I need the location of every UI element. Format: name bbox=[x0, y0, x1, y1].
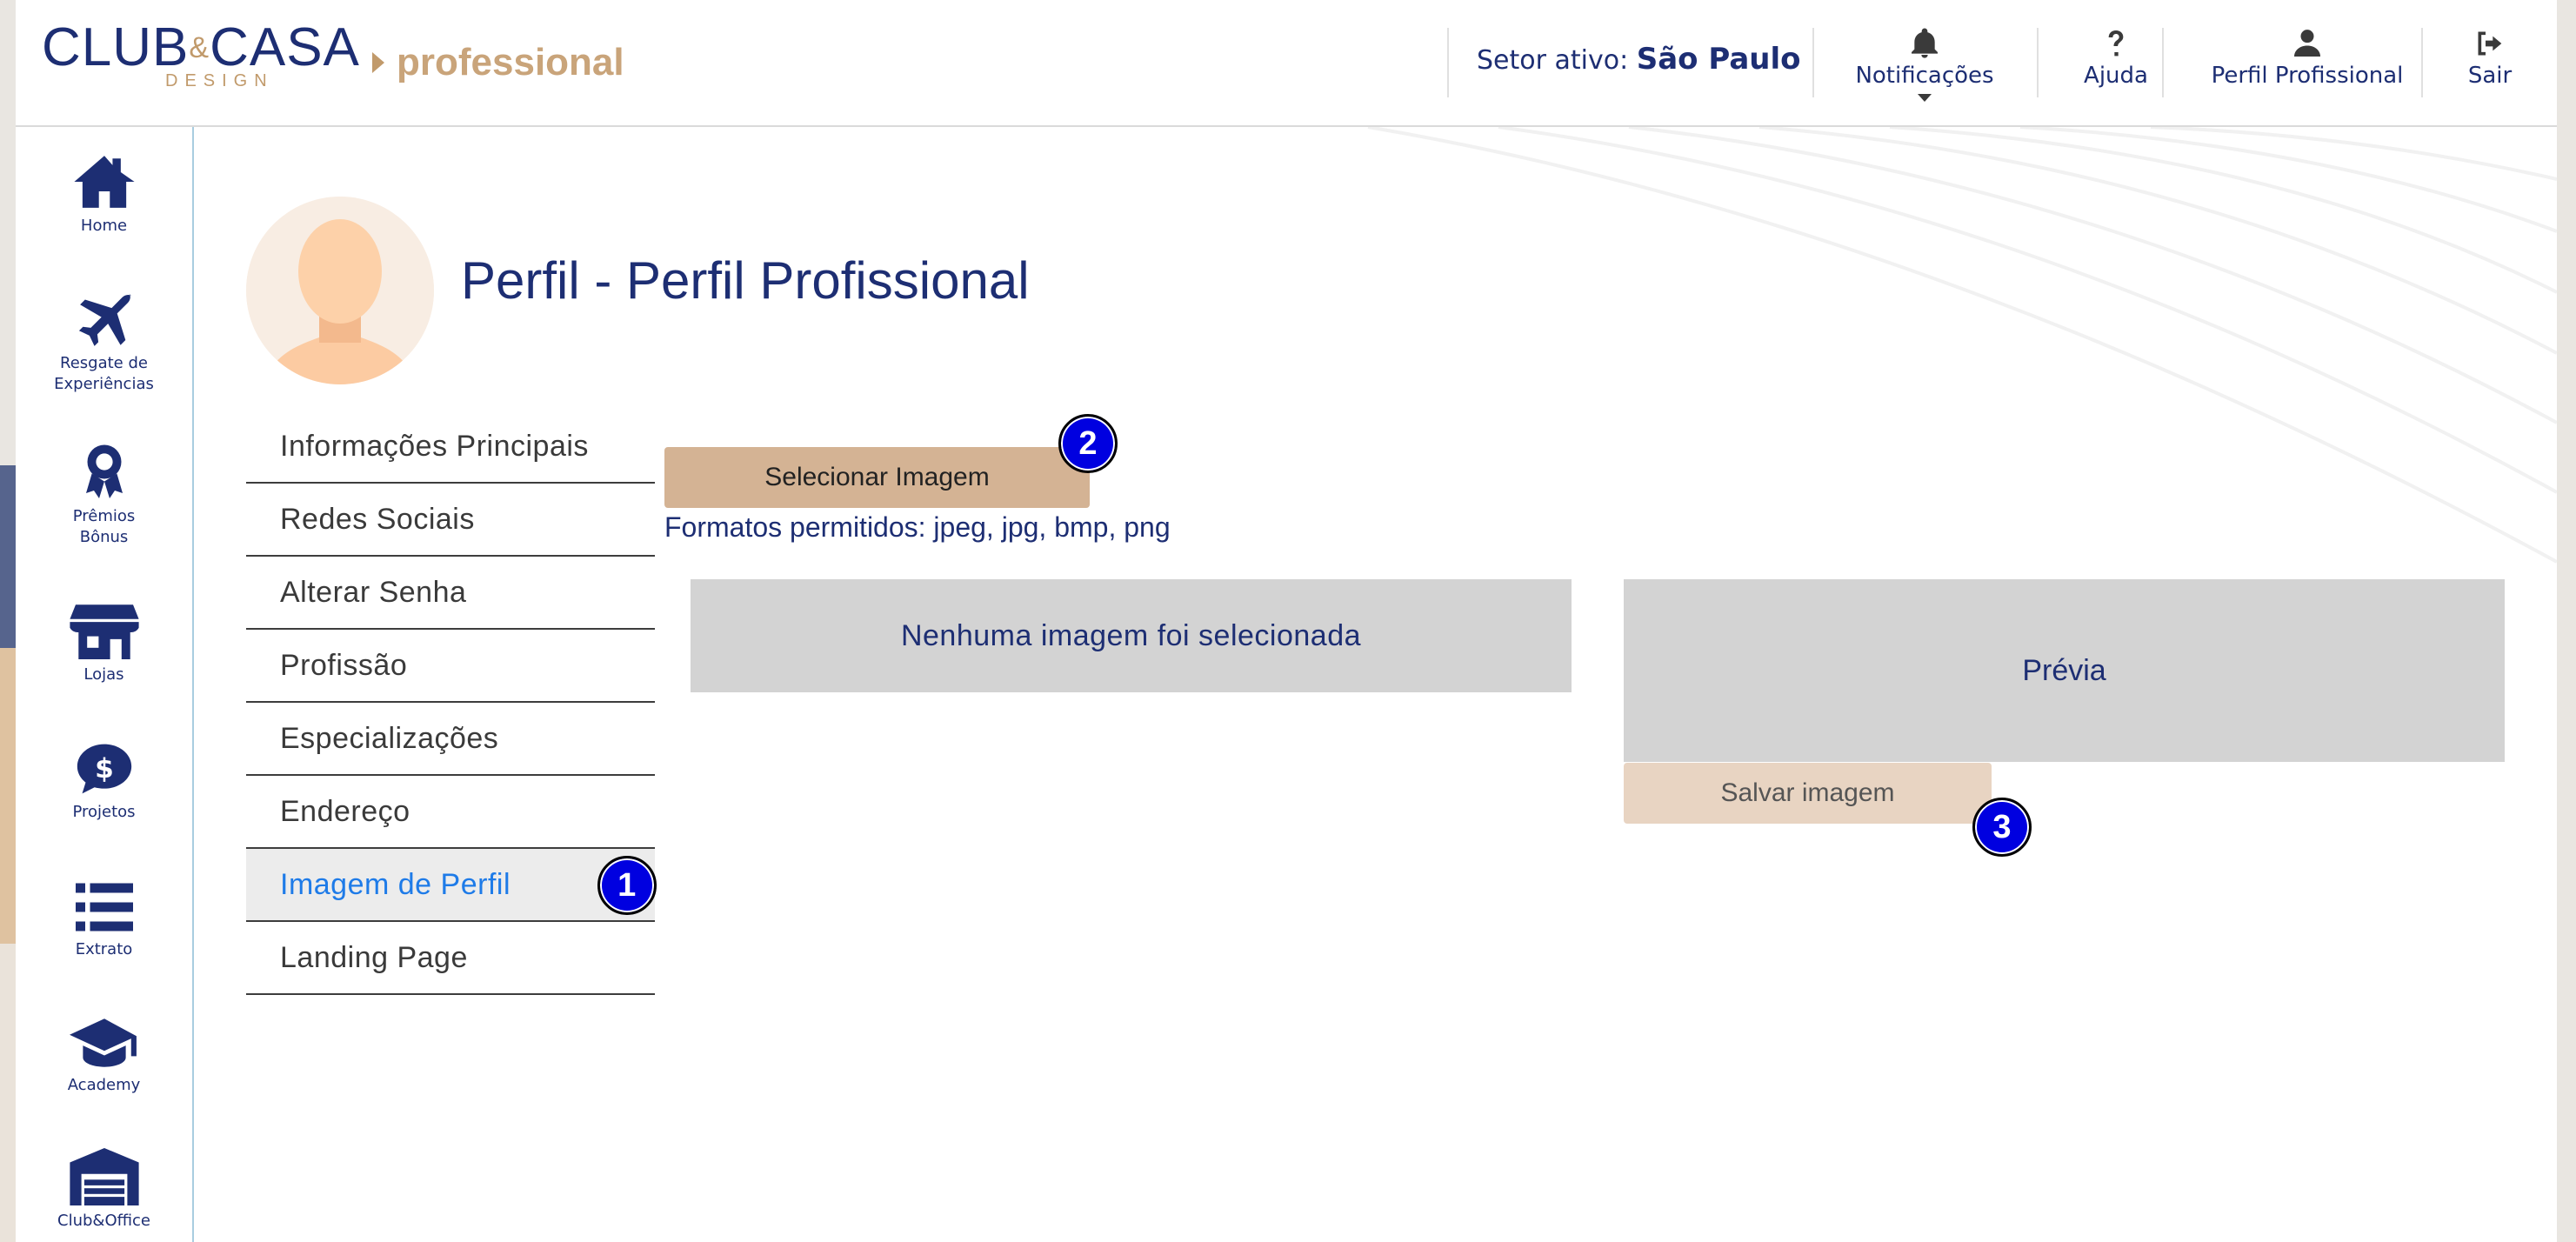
step-badge-3: 3 bbox=[1972, 798, 2032, 857]
notifications-label: Notificações bbox=[1855, 63, 1994, 89]
sidebar-item-academy[interactable]: Academy bbox=[16, 1016, 192, 1096]
select-image-button[interactable]: Selecionar Imagem bbox=[664, 447, 1090, 508]
sidebar-item-label: Lojas bbox=[83, 665, 124, 684]
graduation-cap-icon bbox=[69, 1018, 137, 1067]
logo-subtitle: DESIGN bbox=[165, 71, 274, 90]
menu-item-label: Profissão bbox=[280, 648, 408, 682]
dollar-chat-icon: $ bbox=[77, 744, 131, 794]
sidebar-item-label: Academy bbox=[67, 1076, 141, 1094]
sidebar-item-stores[interactable]: Lojas bbox=[16, 602, 192, 685]
warehouse-icon bbox=[69, 1148, 139, 1205]
user-icon bbox=[2294, 30, 2320, 57]
sidebar-item-projects[interactable]: $ Projetos bbox=[16, 741, 192, 823]
menu-item-label: Informações Principais bbox=[280, 429, 589, 463]
question-icon bbox=[2108, 30, 2124, 57]
home-icon bbox=[73, 156, 135, 208]
step-badge-2: 2 bbox=[1058, 414, 1118, 473]
bell-icon bbox=[1912, 28, 1938, 58]
club-casa-logo[interactable]: CLUB&CASA DESIGN bbox=[42, 21, 359, 91]
top-header: CLUB&CASA DESIGN professional Setor ativ… bbox=[16, 0, 2557, 127]
profile-menu: Informações Principais Redes Sociais Alt… bbox=[246, 411, 657, 995]
avatar bbox=[246, 197, 434, 384]
menu-item-label: Landing Page bbox=[280, 940, 468, 974]
sidebar-item-label: Bônus bbox=[79, 528, 129, 546]
save-image-button[interactable]: Salvar imagem bbox=[1624, 763, 1992, 824]
list-icon bbox=[75, 883, 133, 932]
header-divider bbox=[1447, 28, 1449, 97]
store-icon bbox=[69, 604, 139, 659]
header-divider bbox=[2037, 28, 2039, 97]
default-avatar-icon bbox=[246, 197, 434, 384]
product-name: professional bbox=[397, 41, 624, 83]
header-divider bbox=[2162, 28, 2164, 97]
sidebar-item-club-office[interactable]: Club&Office bbox=[16, 1148, 192, 1232]
award-ribbon-icon bbox=[85, 444, 123, 498]
menu-item-change-password[interactable]: Alterar Senha bbox=[246, 557, 655, 630]
help-label: Ajuda bbox=[2084, 63, 2148, 89]
sidebar-item-label: Home bbox=[80, 217, 128, 235]
app-window: CLUB&CASA DESIGN professional Setor ativ… bbox=[16, 0, 2557, 1242]
profile-label: Perfil Profissional bbox=[2211, 63, 2404, 89]
logo-ampersand: & bbox=[189, 31, 210, 64]
caret-right-icon bbox=[372, 52, 384, 73]
sector-label: Setor ativo: bbox=[1477, 45, 1629, 76]
page-title: Perfil - Perfil Profissional bbox=[461, 251, 1030, 310]
sidebar-item-label: Club&Office bbox=[57, 1212, 150, 1230]
sidebar-item-awards[interactable]: Prêmios Bônus bbox=[16, 444, 192, 548]
logout-label: Sair bbox=[2467, 63, 2513, 89]
sidebar-item-home[interactable]: Home bbox=[16, 153, 192, 237]
menu-item-label: Imagem de Perfil bbox=[280, 867, 511, 901]
chevron-down-icon bbox=[1918, 94, 1932, 102]
sidebar-item-experiences[interactable]: Resgate de Experiências bbox=[16, 290, 192, 395]
logout-button[interactable]: Sair bbox=[2442, 24, 2538, 101]
notifications-button[interactable]: Notificações bbox=[1842, 24, 2007, 102]
main-content: Perfil - Perfil Profissional Informações… bbox=[194, 127, 2557, 1242]
step-badge-1: 1 bbox=[597, 856, 657, 915]
menu-item-profile-image[interactable]: Imagem de Perfil 1 bbox=[246, 849, 657, 922]
sidebar-item-label: Resgate de bbox=[60, 354, 148, 372]
sidebar-item-label: Experiências bbox=[54, 375, 154, 393]
menu-item-label: Alterar Senha bbox=[280, 575, 467, 609]
menu-item-address[interactable]: Endereço bbox=[246, 776, 655, 849]
menu-item-main-info[interactable]: Informações Principais bbox=[246, 411, 655, 484]
menu-item-label: Redes Sociais bbox=[280, 502, 475, 536]
background-stripe bbox=[0, 648, 16, 944]
menu-item-specializations[interactable]: Especializações bbox=[246, 703, 655, 776]
menu-item-social-networks[interactable]: Redes Sociais bbox=[246, 484, 655, 557]
active-sector: Setor ativo: São Paulo bbox=[1477, 42, 1801, 77]
no-image-text: Nenhuma imagem foi selecionada bbox=[900, 618, 1362, 652]
sector-value: São Paulo bbox=[1636, 42, 1801, 77]
preview-label: Prévia bbox=[2022, 653, 2106, 687]
header-divider bbox=[2421, 28, 2423, 97]
background-stripe bbox=[0, 465, 16, 648]
header-divider bbox=[1812, 28, 1814, 97]
sidebar-item-statement[interactable]: Extrato bbox=[16, 880, 192, 960]
background-stripe bbox=[0, 944, 16, 1242]
sidebar-nav: Home Resgate de Experiências Prêmios Bôn… bbox=[16, 127, 194, 1242]
sidebar-item-label: Projetos bbox=[72, 803, 136, 821]
menu-item-profession[interactable]: Profissão bbox=[246, 630, 655, 703]
no-image-placeholder: Nenhuma imagem foi selecionada bbox=[691, 579, 1572, 692]
menu-item-label: Especializações bbox=[280, 721, 499, 755]
svg-text:$: $ bbox=[95, 753, 114, 785]
profile-button[interactable]: Perfil Profissional bbox=[2181, 24, 2433, 101]
menu-item-label: Endereço bbox=[280, 794, 410, 828]
page-background bbox=[0, 0, 16, 1242]
logo-word-club: CLUB bbox=[42, 17, 190, 77]
product-label: professional bbox=[372, 38, 624, 87]
logo-word-casa: CASA bbox=[210, 17, 360, 77]
sign-out-icon bbox=[2478, 31, 2502, 56]
airplane-icon bbox=[78, 293, 131, 346]
sidebar-item-label: Prêmios bbox=[72, 507, 136, 525]
menu-item-landing-page[interactable]: Landing Page bbox=[246, 922, 655, 995]
image-preview: Prévia bbox=[1624, 579, 2505, 762]
sidebar-item-label: Extrato bbox=[75, 940, 133, 958]
allowed-formats-text: Formatos permitidos: jpeg, jpg, bmp, png bbox=[664, 511, 1171, 543]
